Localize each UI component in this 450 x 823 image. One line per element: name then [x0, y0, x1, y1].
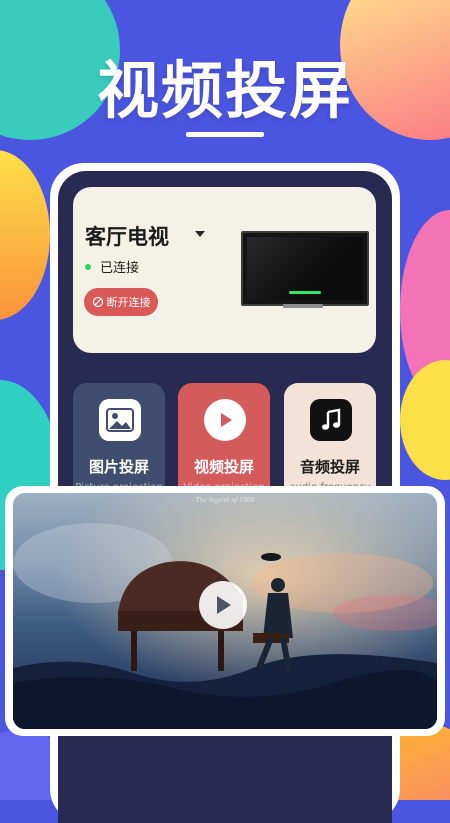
tv-indicator [289, 291, 321, 294]
bg-blob [0, 150, 50, 320]
disconnect-button[interactable]: 断开连接 [84, 288, 158, 316]
device-card[interactable]: 客厅电视 已连接 断开连接 [73, 187, 376, 353]
tv-stand [283, 304, 323, 308]
device-name[interactable]: 客厅电视 [85, 221, 169, 251]
disconnect-icon [92, 296, 103, 308]
feature-picture-projection[interactable]: 图片投屏 Picture projection [73, 383, 165, 501]
video-preview-card[interactable]: The legend of 1900 [5, 486, 445, 736]
image-icon [99, 399, 141, 441]
status-dot-icon [85, 264, 91, 270]
chevron-down-icon[interactable] [195, 231, 205, 237]
headline-underline [186, 132, 264, 137]
feature-label: 图片投屏 [88, 458, 149, 476]
music-note-icon [310, 399, 352, 441]
disconnect-label: 断开连接 [106, 296, 151, 309]
feature-label: 音频投屏 [299, 458, 360, 476]
feature-video-projection[interactable]: 视频投屏 Video projection [178, 383, 270, 501]
feature-audio-projection[interactable]: 音频投屏 audio frequency [284, 383, 376, 501]
play-circle-icon [204, 399, 246, 441]
video-thumbnail[interactable]: The legend of 1900 [13, 493, 437, 729]
tv-illustration [241, 231, 369, 306]
play-icon [217, 596, 231, 614]
play-button[interactable] [199, 581, 247, 629]
feature-label: 视频投屏 [193, 458, 254, 476]
connection-status: 已连接 [100, 261, 140, 276]
page-headline: 视频投屏 [96, 54, 353, 127]
bg-blob [400, 360, 450, 480]
video-caption: The legend of 1900 [195, 497, 255, 504]
